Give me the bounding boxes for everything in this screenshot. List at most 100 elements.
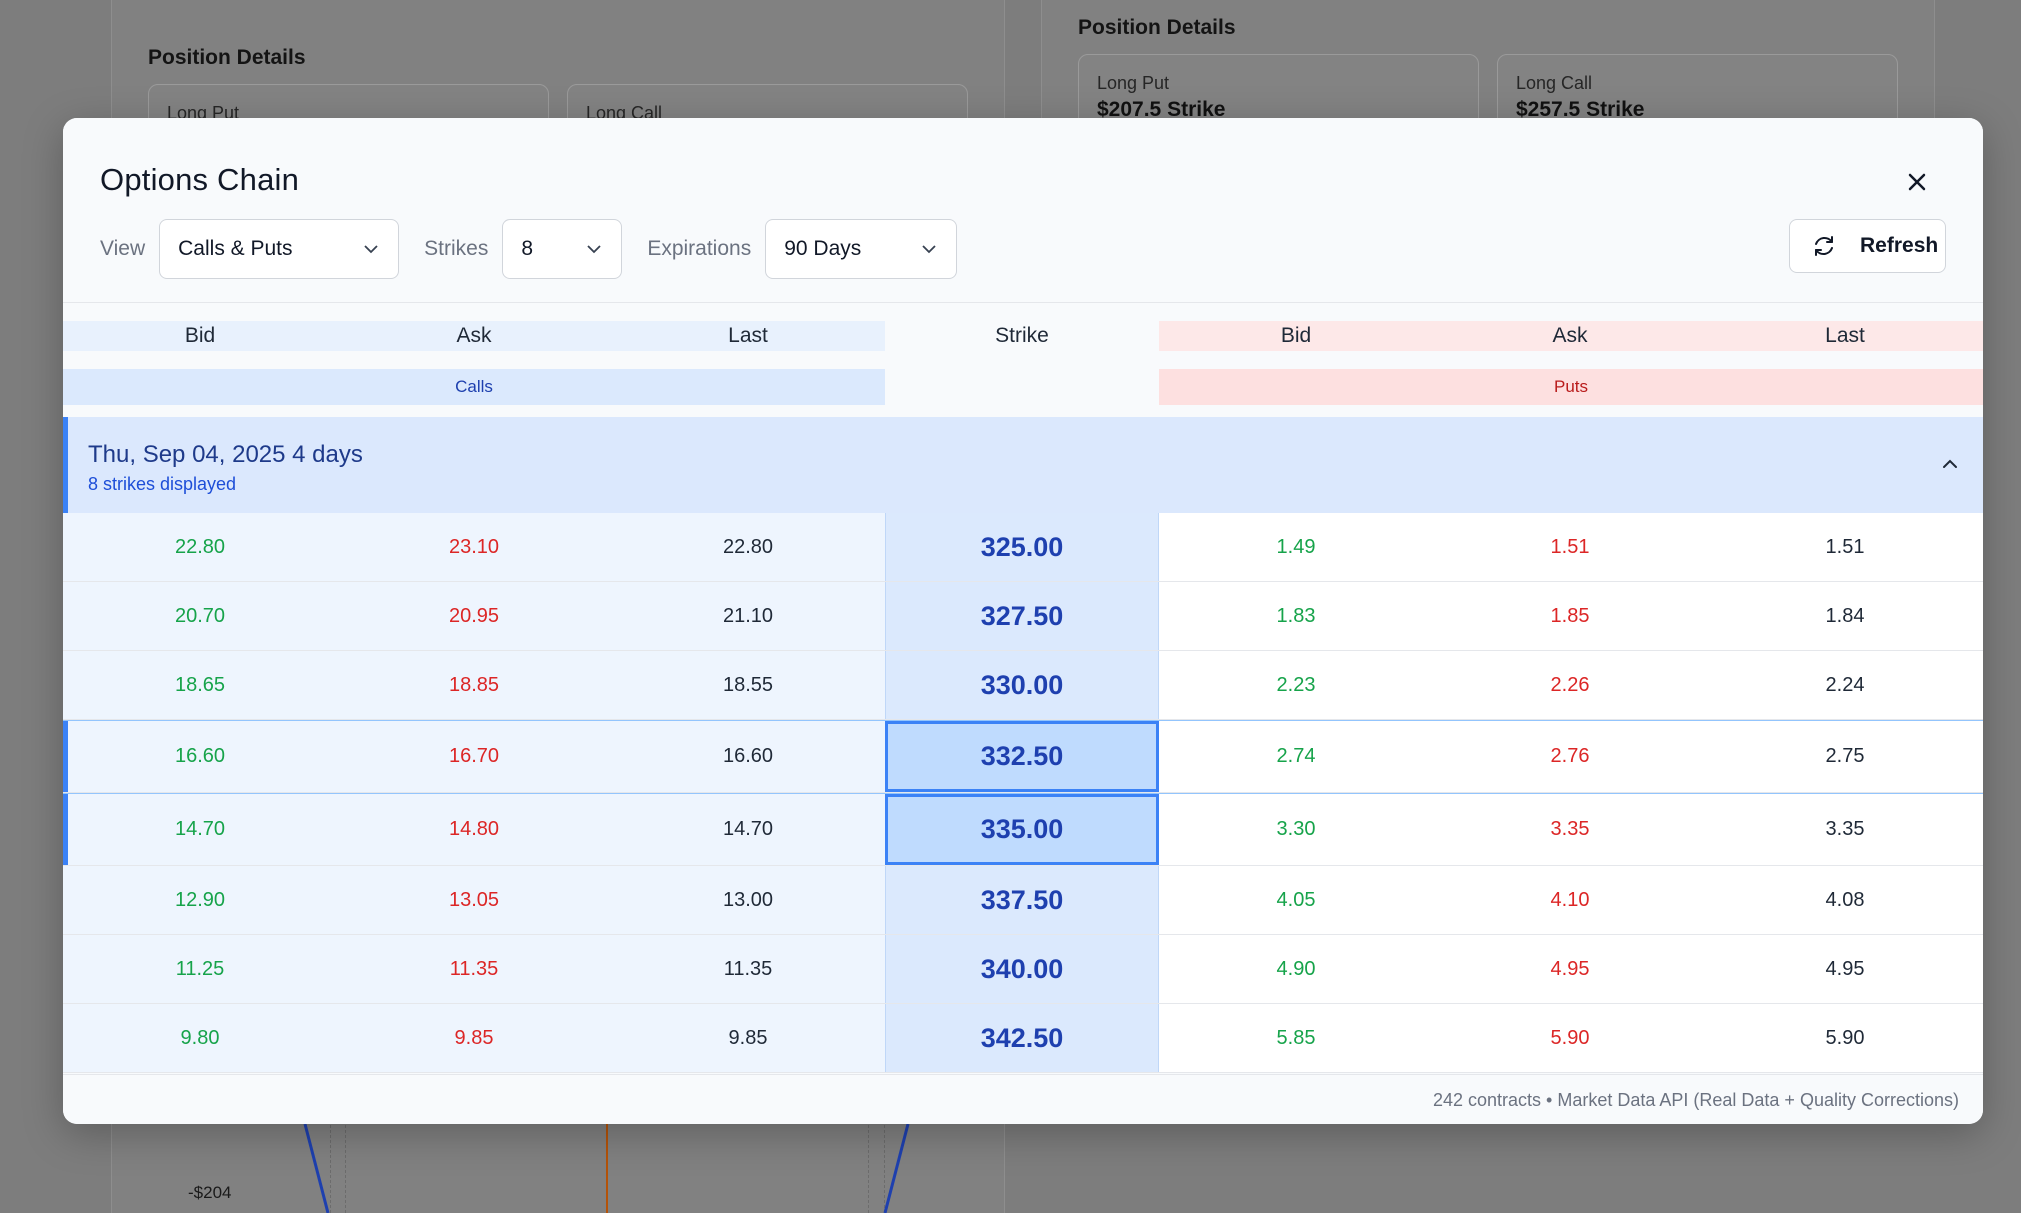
put-ask-cell[interactable]: 1.85: [1433, 582, 1707, 650]
put-bid-cell[interactable]: 1.49: [1159, 513, 1433, 581]
put-last-cell[interactable]: 3.35: [1707, 794, 1983, 865]
call-bid-cell[interactable]: 12.90: [63, 866, 337, 934]
expiration-title: Thu, Sep 04, 2025 4 days: [88, 441, 363, 468]
column-header-put-ask[interactable]: Ask: [1433, 321, 1707, 351]
call-ask-cell[interactable]: 18.85: [337, 651, 611, 719]
put-bid-cell[interactable]: 1.83: [1159, 582, 1433, 650]
put-ask-cell[interactable]: 1.51: [1433, 513, 1707, 581]
put-ask-cell[interactable]: 5.90: [1433, 1004, 1707, 1072]
expirations-select-value: 90 Days: [784, 237, 862, 260]
call-bid-cell[interactable]: 18.65: [63, 651, 337, 719]
put-ask-cell[interactable]: 4.95: [1433, 935, 1707, 1003]
chart-payoff-curve: [303, 1123, 910, 1213]
options-chain-modal: Options Chain View Calls & Puts Strikes …: [63, 118, 1983, 1124]
put-last-cell[interactable]: 4.95: [1707, 935, 1983, 1003]
put-last-cell[interactable]: 2.75: [1707, 721, 1983, 792]
expirations-select[interactable]: 90 Days: [765, 219, 958, 279]
strike-cell[interactable]: 327.50: [885, 582, 1159, 650]
put-last-cell[interactable]: 5.90: [1707, 1004, 1983, 1072]
option-row[interactable]: 9.80 9.85 9.85 342.50 5.85 5.90 5.90: [63, 1004, 1983, 1073]
call-last-cell[interactable]: 9.85: [611, 1004, 885, 1072]
chevron-down-icon: [587, 245, 601, 254]
put-ask-cell[interactable]: 2.26: [1433, 651, 1707, 719]
chevron-up-icon[interactable]: [1939, 453, 1961, 475]
expiration-group-header[interactable]: Thu, Sep 04, 2025 4 days 8 strikes displ…: [63, 417, 1983, 513]
put-bid-cell[interactable]: 4.90: [1159, 935, 1433, 1003]
call-bid-cell[interactable]: 14.70: [63, 794, 337, 865]
put-last-cell[interactable]: 2.24: [1707, 651, 1983, 719]
column-header-strike[interactable]: Strike: [885, 321, 1159, 351]
call-last-cell[interactable]: 16.60: [611, 721, 885, 792]
close-button[interactable]: [1901, 166, 1933, 198]
put-bid-cell[interactable]: 5.85: [1159, 1004, 1433, 1072]
view-select[interactable]: Calls & Puts: [159, 219, 400, 279]
put-last-cell[interactable]: 1.84: [1707, 582, 1983, 650]
group-header-row: Calls Puts: [63, 369, 1983, 405]
call-bid-cell[interactable]: 11.25: [63, 935, 337, 1003]
strikes-select[interactable]: 8: [502, 219, 623, 279]
put-bid-cell[interactable]: 2.23: [1159, 651, 1433, 719]
put-bid-cell[interactable]: 4.05: [1159, 866, 1433, 934]
put-bid-cell[interactable]: 3.30: [1159, 794, 1433, 865]
view-select-value: Calls & Puts: [178, 237, 293, 260]
call-bid-cell[interactable]: 20.70: [63, 582, 337, 650]
call-last-cell[interactable]: 11.35: [611, 935, 885, 1003]
view-label: View: [100, 237, 146, 260]
refresh-icon: [1815, 236, 1833, 256]
option-row[interactable]: 20.70 20.95 21.10 327.50 1.83 1.85 1.84: [63, 582, 1983, 651]
strike-group-spacer: [885, 369, 1159, 405]
modal-header: Options Chain View Calls & Puts Strikes …: [63, 118, 1983, 303]
call-last-cell[interactable]: 22.80: [611, 513, 885, 581]
option-row[interactable]: 18.65 18.85 18.55 330.00 2.23 2.26 2.24: [63, 651, 1983, 720]
call-ask-cell[interactable]: 11.35: [337, 935, 611, 1003]
puts-group-label: Puts: [1159, 369, 1983, 405]
strike-cell[interactable]: 332.50: [885, 721, 1159, 792]
option-row[interactable]: 22.80 23.10 22.80 325.00 1.49 1.51 1.51: [63, 513, 1983, 582]
strike-cell[interactable]: 337.50: [885, 866, 1159, 934]
call-last-cell[interactable]: 18.55: [611, 651, 885, 719]
close-icon: [1908, 173, 1926, 191]
put-bid-cell[interactable]: 2.74: [1159, 721, 1433, 792]
call-last-cell[interactable]: 14.70: [611, 794, 885, 865]
call-ask-cell[interactable]: 14.80: [337, 794, 611, 865]
call-ask-cell[interactable]: 13.05: [337, 866, 611, 934]
call-ask-cell[interactable]: 23.10: [337, 513, 611, 581]
option-row[interactable]: 16.60 16.70 16.60 332.50 2.74 2.76 2.75: [63, 720, 1983, 793]
option-row[interactable]: 14.70 14.80 14.70 335.00 3.30 3.35 3.35: [63, 793, 1983, 866]
refresh-button[interactable]: Refresh: [1789, 219, 1946, 273]
strike-cell[interactable]: 342.50: [885, 1004, 1159, 1072]
column-header-put-last[interactable]: Last: [1707, 321, 1983, 351]
controls-bar: View Calls & Puts Strikes 8 Expirations …: [100, 219, 982, 279]
put-last-cell[interactable]: 4.08: [1707, 866, 1983, 934]
column-header-put-bid[interactable]: Bid: [1159, 321, 1433, 351]
strikes-select-value: 8: [521, 237, 534, 260]
put-ask-cell[interactable]: 3.35: [1433, 794, 1707, 865]
column-header-call-last[interactable]: Last: [611, 321, 885, 351]
call-ask-cell[interactable]: 16.70: [337, 721, 611, 792]
chevron-down-icon: [364, 245, 378, 254]
expiration-subtitle: 8 strikes displayed: [88, 474, 237, 494]
call-ask-cell[interactable]: 9.85: [337, 1004, 611, 1072]
column-header-call-ask[interactable]: Ask: [337, 321, 611, 351]
strike-cell[interactable]: 330.00: [885, 651, 1159, 719]
put-last-cell[interactable]: 1.51: [1707, 513, 1983, 581]
strike-cell[interactable]: 340.00: [885, 935, 1159, 1003]
option-row[interactable]: 12.90 13.05 13.00 337.50 4.05 4.10 4.08: [63, 866, 1983, 935]
option-row[interactable]: 11.25 11.35 11.35 340.00 4.90 4.95 4.95: [63, 935, 1983, 1004]
footer-status: 242 contracts • Market Data API (Real Da…: [1432, 1090, 1959, 1110]
put-ask-cell[interactable]: 2.76: [1433, 721, 1707, 792]
call-bid-cell[interactable]: 22.80: [63, 513, 337, 581]
call-last-cell[interactable]: 21.10: [611, 582, 885, 650]
options-table-body: 22.80 23.10 22.80 325.00 1.49 1.51 1.51 20.70 20…: [63, 513, 1983, 1073]
position-kind: Long Put: [1097, 73, 1170, 93]
strike-cell[interactable]: 335.00: [885, 794, 1159, 865]
call-ask-cell[interactable]: 20.95: [337, 582, 611, 650]
chevron-down-icon: [922, 245, 936, 254]
call-bid-cell[interactable]: 9.80: [63, 1004, 337, 1072]
put-ask-cell[interactable]: 4.10: [1433, 866, 1707, 934]
calls-group-label: Calls: [63, 369, 885, 405]
call-last-cell[interactable]: 13.00: [611, 866, 885, 934]
column-header-call-bid[interactable]: Bid: [63, 321, 337, 351]
strike-cell[interactable]: 325.00: [885, 513, 1159, 581]
call-bid-cell[interactable]: 16.60: [63, 721, 337, 792]
